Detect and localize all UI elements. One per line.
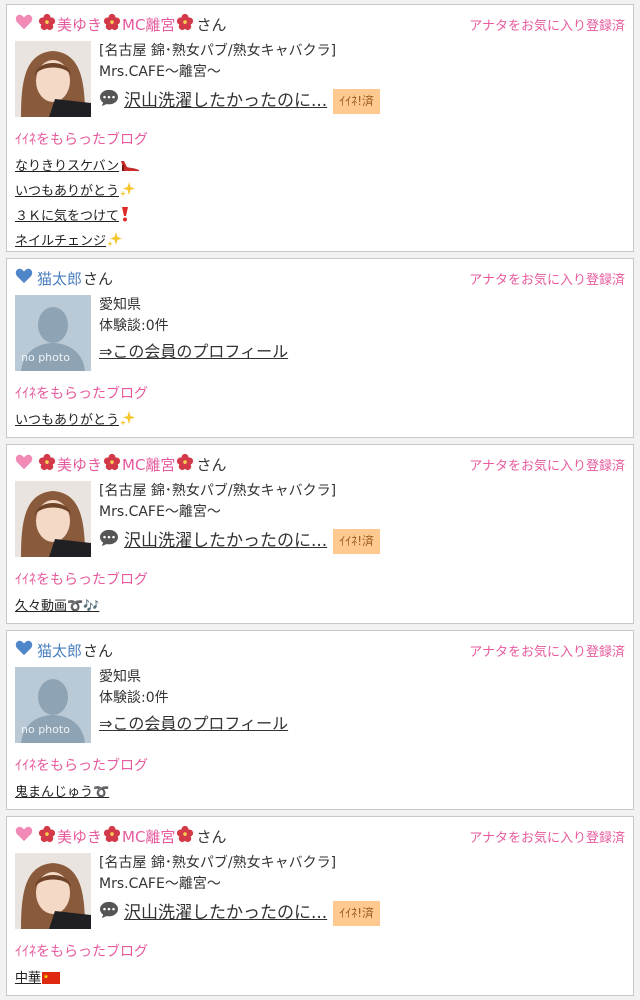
- favorite-status: アナタをお気に入り登録済: [469, 273, 625, 288]
- speech-bubble-icon: [99, 89, 124, 114]
- liked-blog-label: ｲｲﾈをもらったブログ: [15, 386, 148, 402]
- like-card: 美ゆき MC離宮 さん アナタをお気に入り登録済 [名古屋 錦･熟女パブ/熟女キ…: [6, 4, 634, 252]
- like-card: 猫太郎 さん アナタをお気に入り登録済 no photo 愛知県 体験談:0件 …: [6, 258, 634, 438]
- honorific: さん: [196, 455, 227, 474]
- liked-blog-link[interactable]: いつもありがとう: [15, 409, 625, 434]
- avatar[interactable]: [15, 41, 91, 117]
- member-prefecture: 愛知県: [99, 669, 141, 685]
- hibiscus-icon: [37, 453, 57, 475]
- liked-blog-list: 中華: [15, 967, 625, 992]
- shop-category: [名古屋 錦･熟女パブ/熟女キャバクラ]: [99, 855, 337, 871]
- hibiscus-icon: [175, 13, 195, 35]
- shop-category: [名古屋 錦･熟女パブ/熟女キャバクラ]: [99, 483, 337, 499]
- liked-blog-link[interactable]: なりきりスケバン: [15, 155, 625, 180]
- liked-blog-link[interactable]: いつもありがとう: [15, 180, 625, 205]
- like-card: 猫太郎 さん アナタをお気に入り登録済 no photo 愛知県 体験談:0件 …: [6, 630, 634, 810]
- favorite-status: アナタをお気に入り登録済: [469, 831, 625, 846]
- pink-heart-icon: [15, 826, 37, 846]
- liked-blog-label: ｲｲﾈをもらったブログ: [15, 132, 148, 148]
- high-heel-icon: [120, 157, 140, 180]
- blue-heart-icon: [15, 268, 37, 288]
- sparkles-icon: [120, 410, 136, 434]
- liked-blog-link[interactable]: 久々動画➰🎶: [15, 595, 625, 618]
- member-review-count: 体験談:0件: [99, 318, 169, 334]
- liked-blog-label: ｲｲﾈをもらったブログ: [15, 758, 148, 774]
- honorific: さん: [196, 827, 227, 846]
- hibiscus-icon: [37, 825, 57, 847]
- favorite-status: アナタをお気に入り登録済: [469, 19, 625, 34]
- svg-text:no photo: no photo: [21, 723, 70, 736]
- avatar[interactable]: [15, 853, 91, 929]
- notification-list: 美ゆき MC離宮 さん アナタをお気に入り登録済 [名古屋 錦･熟女パブ/熟女キ…: [0, 0, 640, 996]
- hibiscus-icon: [102, 453, 122, 475]
- pink-heart-icon: [15, 14, 37, 34]
- liked-blog-list: 久々動画➰🎶: [15, 595, 625, 618]
- speech-bubble-icon: [99, 529, 124, 554]
- member-prefecture: 愛知県: [99, 297, 141, 313]
- liked-blog-list: いつもありがとう: [15, 409, 625, 434]
- favorite-status: アナタをお気に入り登録済: [469, 645, 625, 660]
- shop-name: Mrs.CAFE～離宮～: [99, 504, 221, 520]
- user-name-link[interactable]: 美ゆき: [57, 454, 102, 475]
- exclamation-icon: [120, 206, 130, 230]
- member-profile-link[interactable]: ⇒この会員のプロフィール: [99, 713, 288, 734]
- honorific: さん: [196, 15, 227, 34]
- pink-heart-icon: [15, 454, 37, 474]
- liked-blog-link[interactable]: 中華: [15, 967, 625, 992]
- sparkles-icon: [107, 231, 123, 255]
- hibiscus-icon: [175, 453, 195, 475]
- honorific: さん: [83, 269, 114, 288]
- latest-blog-link[interactable]: 沢山洗濯したかったのに...: [124, 903, 327, 924]
- hibiscus-icon: [175, 825, 195, 847]
- sparkles-icon: [120, 181, 136, 205]
- user-name-link[interactable]: 美ゆき: [57, 14, 102, 35]
- favorite-status: アナタをお気に入り登録済: [469, 459, 625, 474]
- user-name-link[interactable]: 猫太郎: [37, 268, 82, 289]
- user-name-link[interactable]: 猫太郎: [37, 640, 82, 661]
- no-photo-avatar[interactable]: no photo: [15, 667, 91, 743]
- speech-bubble-icon: [99, 901, 124, 926]
- like-card: 美ゆき MC離宮 さん アナタをお気に入り登録済 [名古屋 錦･熟女パブ/熟女キ…: [6, 444, 634, 624]
- liked-blog-list: 鬼まんじゅう➰: [15, 781, 625, 804]
- liked-blog-link[interactable]: 鬼まんじゅう➰: [15, 781, 625, 804]
- honorific: さん: [83, 641, 114, 660]
- user-name-suffix[interactable]: MC離宮: [122, 826, 175, 847]
- blue-heart-icon: [15, 640, 37, 660]
- latest-blog-link[interactable]: 沢山洗濯したかったのに...: [124, 531, 327, 552]
- iine-done-badge: ｲｲﾈ!済: [333, 529, 381, 554]
- avatar[interactable]: [15, 481, 91, 557]
- liked-blog-link[interactable]: ３Ｋに気をつけて: [15, 205, 625, 230]
- like-card: 美ゆき MC離宮 さん アナタをお気に入り登録済 [名古屋 錦･熟女パブ/熟女キ…: [6, 816, 634, 996]
- liked-blog-label: ｲｲﾈをもらったブログ: [15, 572, 148, 588]
- member-profile-link[interactable]: ⇒この会員のプロフィール: [99, 341, 288, 362]
- svg-text:no photo: no photo: [21, 351, 70, 364]
- user-name-suffix[interactable]: MC離宮: [122, 454, 175, 475]
- iine-done-badge: ｲｲﾈ!済: [333, 89, 381, 114]
- liked-blog-link[interactable]: ネイルチェンジ: [15, 230, 625, 255]
- shop-name: Mrs.CAFE～離宮～: [99, 876, 221, 892]
- shop-name: Mrs.CAFE～離宮～: [99, 64, 221, 80]
- hibiscus-icon: [102, 825, 122, 847]
- user-name-link[interactable]: 美ゆき: [57, 826, 102, 847]
- hibiscus-icon: [37, 13, 57, 35]
- member-review-count: 体験談:0件: [99, 690, 169, 706]
- latest-blog-link[interactable]: 沢山洗濯したかったのに...: [124, 91, 327, 112]
- no-photo-avatar[interactable]: no photo: [15, 295, 91, 371]
- china-flag-icon: [42, 969, 61, 992]
- user-name-suffix[interactable]: MC離宮: [122, 14, 175, 35]
- iine-done-badge: ｲｲﾈ!済: [333, 901, 381, 926]
- hibiscus-icon: [102, 13, 122, 35]
- liked-blog-label: ｲｲﾈをもらったブログ: [15, 944, 148, 960]
- shop-category: [名古屋 錦･熟女パブ/熟女キャバクラ]: [99, 43, 337, 59]
- liked-blog-list: なりきりスケバン いつもありがとう ３Ｋに気をつけて ネイルチェンジ: [15, 155, 625, 255]
